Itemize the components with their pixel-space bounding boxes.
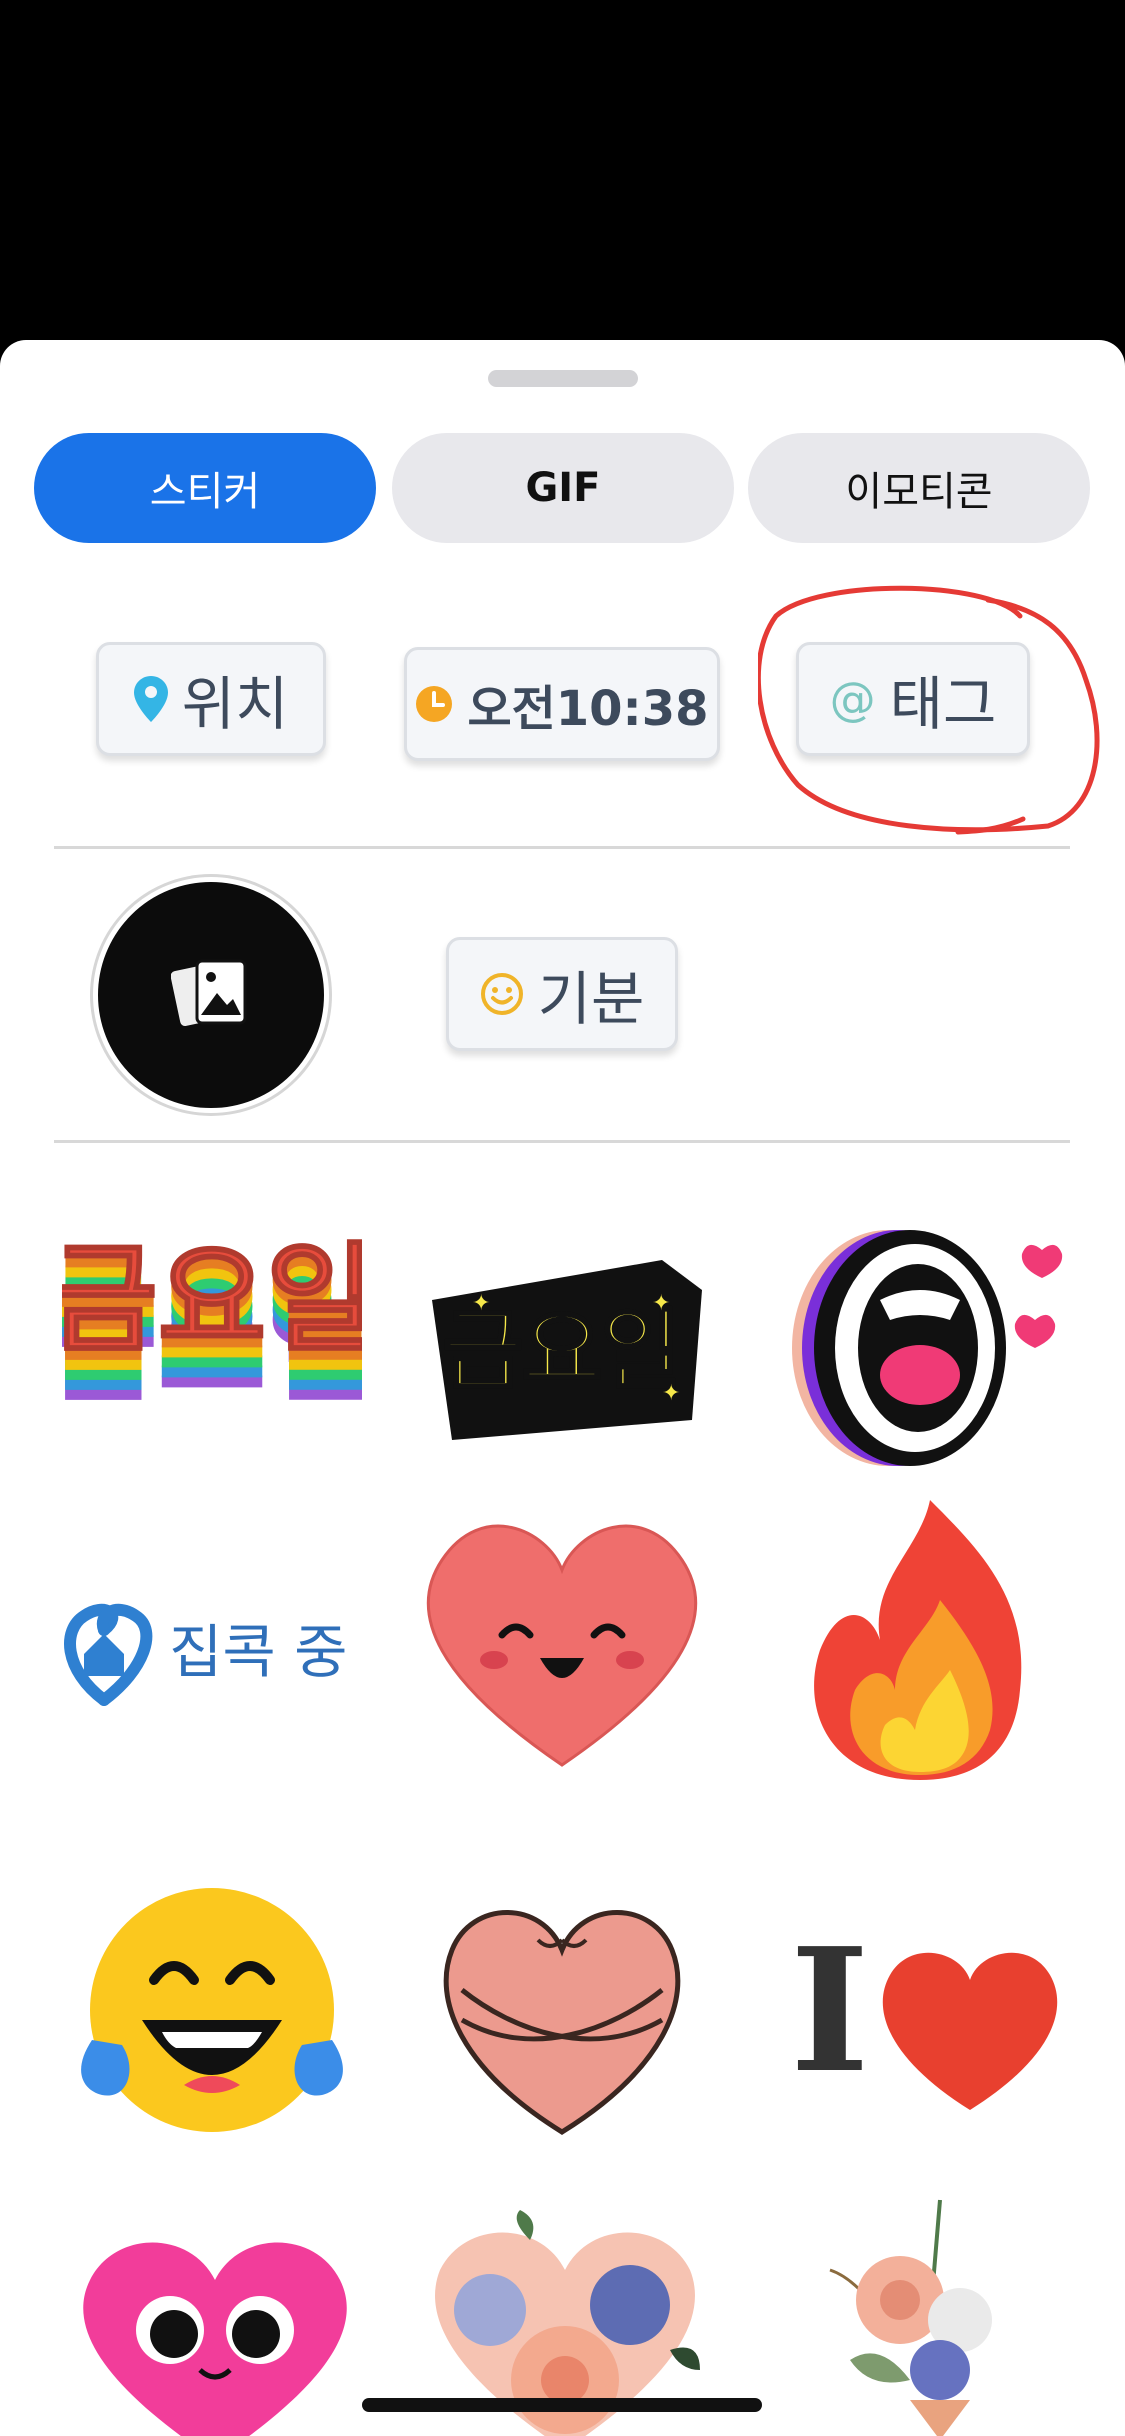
location-chip[interactable]: 위치 [96,642,326,756]
sticker-smiling-heart[interactable] [412,1500,712,1780]
sticker-fire[interactable] [780,1490,1060,1790]
annotation-circle [758,585,1100,835]
sticker-i-love[interactable]: I [770,1880,1070,2140]
time-chip[interactable]: 오전10:38 [404,647,720,761]
tab-emoticon[interactable]: 이모티콘 [748,433,1090,543]
sticker-friday-rainbow[interactable]: 금요일 금요일 금요일 금요일 금요일 금요일 [62,1220,362,1480]
divider [54,846,1070,849]
svg-text:금요일: 금요일 [62,1230,362,1368]
svg-text:I: I [790,1911,870,2111]
mood-chip[interactable]: 기분 [446,937,678,1051]
photos-icon [170,953,251,1037]
svg-text:✦: ✦ [662,1381,680,1406]
sticker-laughing-tears[interactable] [62,1870,362,2150]
sticker-pink-heart-eyes[interactable] [70,2220,360,2436]
svg-text:금요일: 금요일 [443,1301,680,1401]
sheet-grabber[interactable] [488,370,638,387]
location-pin-icon [133,676,168,722]
smiley-icon [480,972,524,1016]
sticker-friday-stars[interactable]: 금요일 ✦ ✦ ✦ [412,1220,712,1480]
sticker-hugging-heart[interactable] [412,1870,712,2150]
clock-icon [415,685,453,723]
tab-sticker[interactable]: 스티커 [34,433,376,543]
sticker-flower-bouquet[interactable] [790,2190,1050,2436]
svg-text:집콕 중: 집콕 중 [169,1618,348,1686]
svg-text:✦: ✦ [652,1291,670,1316]
svg-text:✦: ✦ [472,1291,490,1316]
photo-sticker-button[interactable] [93,877,329,1113]
sticker-sheet: 스티커 GIF 이모티콘 위치 오전10:38 @ 태그 기분 금요일 금요일 … [0,340,1125,2436]
divider [54,1140,1070,1143]
home-indicator[interactable] [362,2398,762,2412]
sticker-shouting-mouth[interactable] [770,1210,1070,1490]
sticker-home[interactable]: 집콕 중 [54,1530,374,1770]
tab-gif[interactable]: GIF [392,433,734,543]
